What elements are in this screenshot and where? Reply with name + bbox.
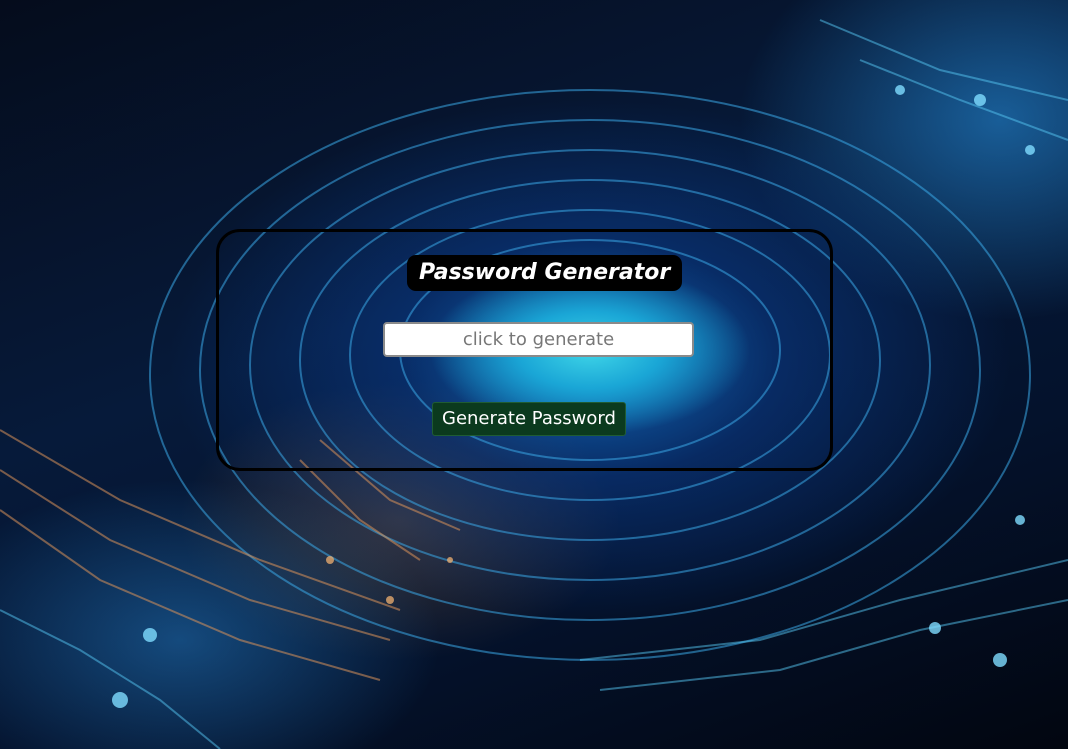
generate-password-button[interactable]: Generate Password: [432, 402, 626, 436]
page-title: Password Generator: [407, 255, 683, 291]
password-output-field[interactable]: [383, 322, 694, 357]
